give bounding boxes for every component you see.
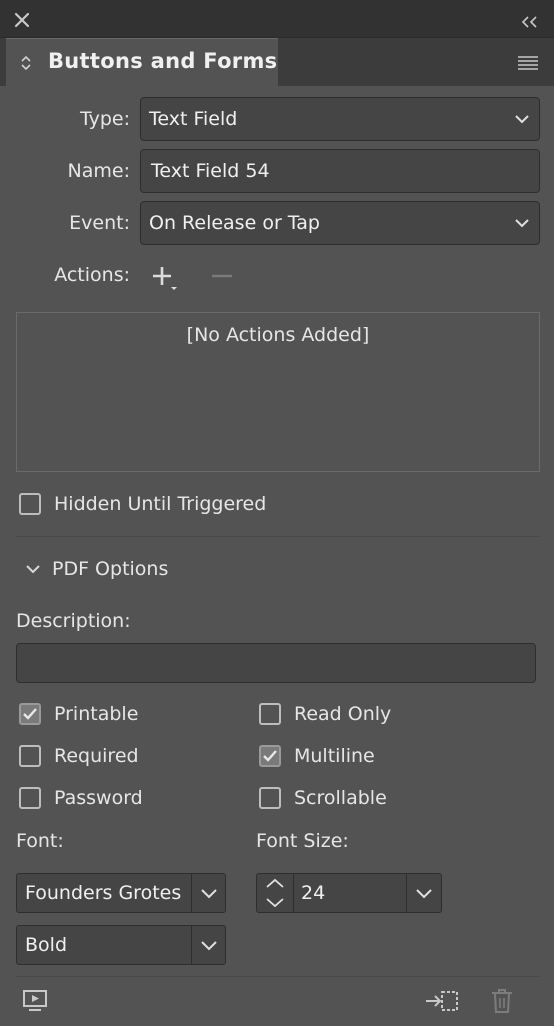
name-input[interactable]: Text Field 54 [140, 149, 540, 193]
required-checkbox[interactable] [19, 745, 41, 767]
actions-label: Actions: [54, 264, 130, 286]
chevron-down-icon [513, 110, 531, 128]
divider [16, 976, 540, 977]
font-size-label: Font Size: [256, 830, 349, 852]
chevron-down-icon [513, 214, 531, 232]
type-dropdown[interactable]: Text Field [140, 97, 540, 141]
font-style-value: Bold [25, 934, 67, 956]
event-dropdown-value: On Release or Tap [149, 212, 320, 234]
scrollable-label: Scrollable [294, 787, 387, 809]
hamburger-menu-icon[interactable] [517, 54, 539, 70]
font-label: Font: [16, 830, 64, 852]
divider [16, 536, 540, 537]
description-input[interactable] [16, 643, 536, 683]
description-label: Description: [16, 610, 131, 632]
required-label: Required [54, 745, 139, 767]
chevron-down-icon[interactable] [24, 559, 42, 574]
close-icon[interactable] [14, 11, 30, 28]
password-label: Password [54, 787, 143, 809]
hidden-until-triggered-label: Hidden Until Triggered [54, 493, 267, 515]
name-input-value: Text Field 54 [151, 160, 270, 182]
printable-label: Printable [54, 703, 139, 725]
printable-checkbox[interactable] [19, 703, 41, 725]
panel-titlebar [0, 0, 554, 38]
font-size-stepper[interactable] [257, 874, 293, 912]
hidden-until-triggered-checkbox[interactable] [19, 493, 41, 515]
name-label: Name: [67, 160, 130, 182]
scrollable-checkbox[interactable] [259, 787, 281, 809]
collapse-icon[interactable] [520, 12, 540, 28]
type-label: Type: [79, 108, 130, 130]
actions-empty-text: [No Actions Added] [186, 324, 370, 346]
password-checkbox[interactable] [19, 787, 41, 809]
font-family-dropdown[interactable]: Founders Grotes [16, 873, 226, 913]
actions-list[interactable]: [No Actions Added] [16, 312, 540, 472]
font-family-value: Founders Grotes [25, 882, 182, 904]
event-label: Event: [69, 212, 130, 234]
panel-title: Buttons and Forms [48, 49, 278, 73]
read-only-label: Read Only [294, 703, 392, 725]
chevron-down-icon [407, 874, 441, 912]
convert-to-object-icon[interactable] [424, 988, 460, 1014]
event-dropdown[interactable]: On Release or Tap [140, 201, 540, 245]
multiline-label: Multiline [294, 745, 375, 767]
add-action-plus-icon[interactable] [150, 264, 180, 292]
remove-action-minus-icon[interactable] [210, 264, 234, 288]
sort-arrows-icon [20, 54, 32, 72]
tab-buttons-and-forms[interactable]: Buttons and Forms [6, 38, 278, 86]
read-only-checkbox[interactable] [259, 703, 281, 725]
multiline-checkbox[interactable] [259, 745, 281, 767]
font-size-combobox[interactable]: 24 [256, 873, 442, 913]
font-style-dropdown[interactable]: Bold [16, 925, 226, 965]
panel-tab-row: Buttons and Forms [0, 38, 554, 86]
font-size-value: 24 [301, 882, 326, 904]
preview-icon[interactable] [22, 989, 48, 1013]
trash-icon[interactable] [490, 987, 514, 1015]
stepper-divider [293, 874, 294, 912]
type-dropdown-value: Text Field [149, 108, 238, 130]
chevron-down-icon [192, 874, 225, 912]
pdf-options-header[interactable]: PDF Options [52, 558, 168, 580]
chevron-down-icon [192, 926, 225, 964]
